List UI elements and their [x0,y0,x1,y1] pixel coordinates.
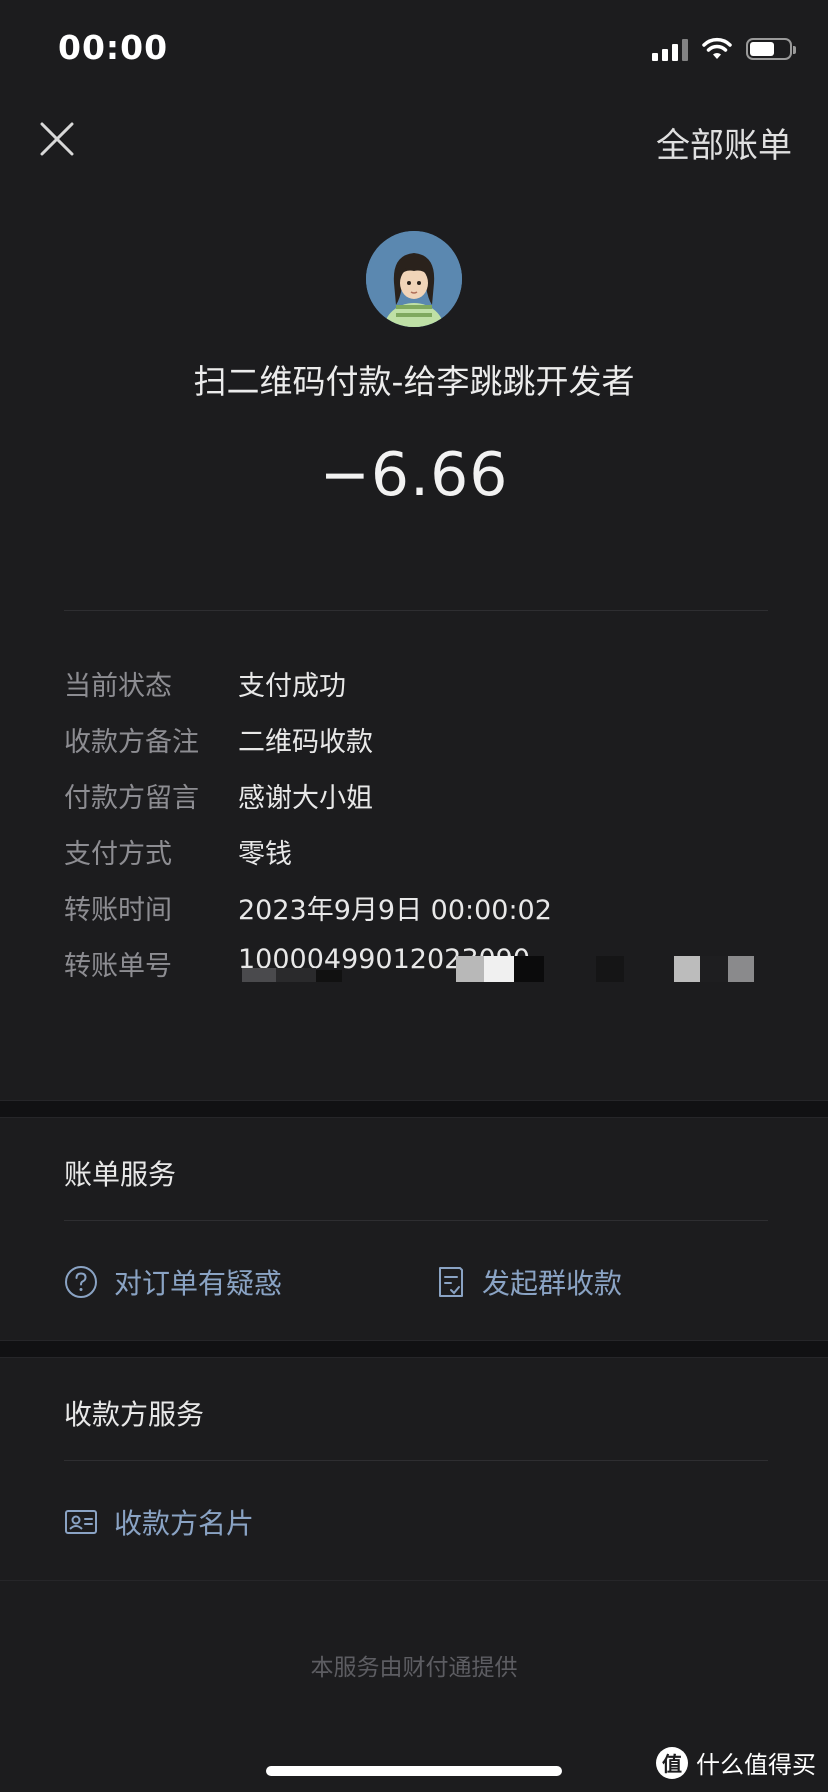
group-collect-button[interactable]: 发起群收款 [436,1262,622,1302]
detail-label-transfer-time: 转账时间 [64,895,172,926]
divider [64,1460,768,1461]
detail-label-payee-note: 收款方备注 [64,727,199,758]
wifi-icon [702,37,732,59]
section-separator [0,1100,828,1118]
status-icons [652,34,796,64]
close-icon[interactable] [36,118,78,160]
divider [0,1580,828,1581]
divider [64,610,768,611]
detail-value-payment-method: 零钱 [238,839,292,870]
footer-provider-text: 本服务由财付通提供 [310,1655,518,1681]
id-card-icon [65,1510,97,1534]
transaction-amount: −6.66 [319,440,509,510]
home-indicator[interactable] [266,1766,562,1776]
detail-value-payee-note: 二维码收款 [238,727,373,758]
payee-card-button[interactable]: 收款方名片 [64,1502,254,1542]
detail-value-transfer-time: 2023年9月9日 00:00:02 [238,895,552,926]
redaction-mosaic [238,950,758,984]
watermark: 值 什么值得买 [656,1745,816,1780]
divider [64,1220,768,1221]
all-bills-button[interactable]: 全部账单 [656,118,792,167]
battery-icon [746,38,796,60]
cellular-signal-icon [652,37,688,61]
status-time: 00:00 [58,28,169,67]
detail-label-status: 当前状态 [64,671,172,702]
group-collect-label: 发起群收款 [482,1267,623,1300]
order-question-label: 对订单有疑惑 [114,1267,283,1300]
detail-label-payer-message: 付款方留言 [64,783,199,814]
watermark-text: 什么值得买 [696,1751,816,1779]
section-separator [0,1340,828,1358]
avatar [366,231,462,327]
payee-service-title: 收款方服务 [64,1398,205,1431]
detail-value-payer-message: 感谢大小姐 [238,783,373,814]
bill-service-title: 账单服务 [64,1158,177,1191]
detail-value-status: 支付成功 [238,671,346,702]
question-circle-icon [65,1266,97,1298]
detail-label-payment-method: 支付方式 [64,839,172,870]
order-question-button[interactable]: 对订单有疑惑 [64,1262,282,1302]
payee-card-label: 收款方名片 [114,1507,255,1540]
detail-label-transfer-id: 转账单号 [64,951,172,982]
merchant-title: 扫二维码付款-给李跳跳开发者 [193,362,635,401]
receipt-icon [439,1267,463,1297]
watermark-badge: 值 [656,1746,688,1779]
